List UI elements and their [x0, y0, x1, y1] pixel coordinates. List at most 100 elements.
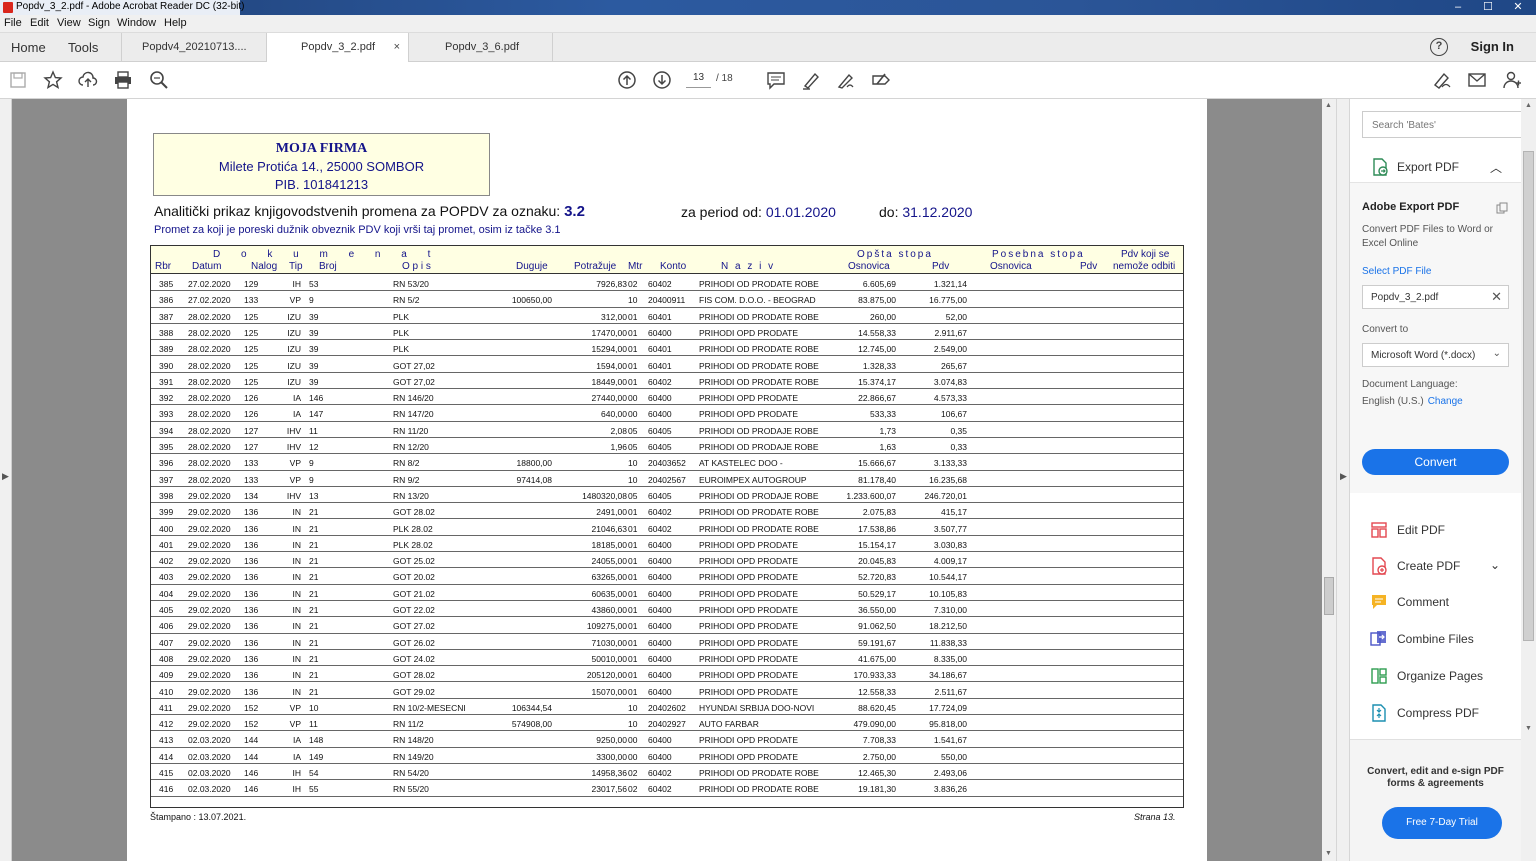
tab-popdv-3-6[interactable]: Popdv_3_6.pdf: [408, 33, 553, 62]
table-row: 400 29.02.2020 136 IN 21 PLK 28.02 21046,63 01 6…: [151, 520, 1183, 536]
tool-comment[interactable]: Comment: [1350, 587, 1521, 617]
cell-datum: 29.02.2020: [188, 702, 231, 713]
maximize-button[interactable]: ☐: [1476, 0, 1500, 15]
tools-tab[interactable]: Tools: [68, 40, 98, 55]
cell-mtr: 10: [628, 295, 638, 306]
clear-file-icon[interactable]: ✕: [1491, 289, 1502, 305]
scroll-down-icon[interactable]: ▼: [1325, 850, 1332, 857]
next-page-icon[interactable]: [652, 70, 672, 90]
cell-tip: IN: [292, 686, 302, 697]
cell-osnovica: 22.866,67: [858, 393, 896, 404]
cell-potrazuje: 24055,00: [591, 556, 627, 567]
cell-opis: GOT 28.02: [393, 670, 435, 681]
page-total: / 18: [716, 73, 733, 84]
expand-left-icon[interactable]: ▶: [2, 471, 9, 482]
table-row: 414 02.03.2020 144 IA 149 RN 149/20 3300,00 00 6…: [151, 748, 1183, 764]
tool-create-pdf[interactable]: Create PDF ⌄: [1350, 551, 1521, 581]
window-title: Popdv_3_2.pdf - Adobe Acrobat Reader DC …: [16, 1, 245, 12]
highlight-icon[interactable]: [801, 70, 821, 90]
menu-edit[interactable]: Edit: [30, 17, 49, 29]
cell-potrazuje: 3300,00: [596, 751, 627, 762]
previous-page-icon[interactable]: [617, 70, 637, 90]
minimize-button[interactable]: –: [1446, 0, 1470, 15]
cell-nalog: 133: [244, 458, 259, 469]
close-window-button[interactable]: ✕: [1506, 0, 1530, 15]
menu-file[interactable]: File: [4, 17, 22, 29]
tab-popdv-3-2[interactable]: Popdv_3_2.pdf ×: [266, 33, 408, 62]
edit-pdf-icon: [1371, 522, 1387, 538]
format-value: Microsoft Word (*.docx): [1371, 350, 1476, 361]
scroll-up-icon[interactable]: ▲: [1525, 102, 1532, 109]
cell-konto: 60400: [648, 393, 672, 404]
selected-file-field[interactable]: Popdv_3_2.pdf ✕: [1362, 285, 1509, 309]
chevron-down-icon[interactable]: ⌄: [1493, 348, 1501, 359]
cell-tip: IN: [292, 539, 302, 550]
close-tab-icon[interactable]: ×: [394, 33, 400, 62]
print-icon[interactable]: [113, 70, 133, 90]
tab-popdv4[interactable]: Popdv4_20210713....: [121, 33, 266, 62]
scroll-thumb[interactable]: [1324, 577, 1334, 615]
cell-pdv: 95.818,00: [929, 719, 967, 730]
star-icon[interactable]: [43, 70, 63, 90]
share-user-icon[interactable]: [1502, 70, 1522, 90]
compress-pdf-icon: [1372, 704, 1386, 722]
cell-broj: 39: [309, 344, 319, 355]
select-pdf-link[interactable]: Select PDF File: [1362, 266, 1431, 277]
table-row: 415 02.03.2020 146 IH 54 RN 54/20 14958,36 02 60…: [151, 764, 1183, 781]
cell-konto: 60400: [648, 686, 672, 697]
save-icon[interactable]: [8, 70, 28, 90]
menu-sign[interactable]: Sign: [88, 17, 110, 29]
menu-view[interactable]: View: [57, 17, 81, 29]
menu-window[interactable]: Window: [117, 17, 156, 29]
home-tab[interactable]: Home: [11, 40, 46, 55]
tool-compress-pdf[interactable]: Compress PDF: [1350, 698, 1521, 728]
left-panel-toggle[interactable]: ▶: [0, 99, 12, 861]
cell-datum: 29.02.2020: [188, 686, 231, 697]
cell-konto: 60400: [648, 605, 672, 615]
search-input[interactable]: Search 'Bates': [1362, 111, 1522, 138]
search-icon[interactable]: [149, 70, 169, 90]
cell-naziv: PRIHODI OD PRODATE ROBE: [699, 311, 819, 322]
cell-datum: 29.02.2020: [188, 670, 231, 681]
comment-icon[interactable]: [766, 70, 786, 90]
cell-potrazuje: 23017,56: [591, 784, 627, 795]
cell-konto: 60405: [648, 442, 672, 452]
tool-organize-pages[interactable]: Organize Pages: [1350, 661, 1521, 691]
document-scrollbar[interactable]: ▲ ▼: [1322, 99, 1336, 861]
collapse-right-icon[interactable]: ▶: [1340, 471, 1347, 482]
sign-in-button[interactable]: Sign In: [1471, 39, 1514, 54]
mail-icon[interactable]: [1467, 70, 1487, 90]
cell-broj: 39: [309, 311, 319, 322]
export-pdf-header[interactable]: Export PDF ︿: [1350, 151, 1521, 183]
cell-tip: IN: [292, 523, 302, 534]
chevron-down-icon[interactable]: ⌄: [1490, 558, 1500, 572]
company-address: Milete Protića 14., 25000 SOMBOR: [218, 159, 425, 174]
tool-edit-pdf[interactable]: Edit PDF: [1350, 515, 1521, 545]
right-panel-toggle[interactable]: ▶: [1336, 99, 1350, 861]
sign-icon[interactable]: [836, 70, 856, 90]
change-language-link[interactable]: Change: [1428, 396, 1463, 407]
copy-icon[interactable]: [1495, 201, 1509, 215]
sign-pen-icon[interactable]: [1432, 70, 1452, 90]
collapse-icon[interactable]: ︿: [1490, 159, 1502, 176]
tool-combine-files[interactable]: Combine Files: [1350, 624, 1521, 654]
cell-konto: 60401: [648, 344, 672, 355]
cell-osnovica: 36.550,00: [858, 605, 896, 615]
scroll-up-icon[interactable]: ▲: [1325, 102, 1332, 109]
cell-rbr: 414: [159, 751, 174, 762]
page-number-input[interactable]: 13: [686, 72, 711, 88]
cell-opis: GOT 25.02: [393, 556, 435, 567]
format-select[interactable]: Microsoft Word (*.docx) ⌄: [1362, 343, 1509, 367]
tools-pane-scrollbar[interactable]: ▲ ▼: [1521, 99, 1536, 861]
scroll-thumb[interactable]: [1523, 151, 1534, 641]
free-trial-button[interactable]: Free 7-Day Trial: [1382, 807, 1502, 839]
create-pdf-icon: [1372, 557, 1387, 575]
convert-button[interactable]: Convert: [1362, 449, 1509, 475]
help-icon[interactable]: ?: [1430, 38, 1448, 56]
cell-tip: VP: [289, 719, 301, 730]
menu-help[interactable]: Help: [164, 17, 187, 29]
upload-icon[interactable]: [78, 70, 98, 90]
table-row: 402 29.02.2020 136 IN 21 GOT 25.02 24055,00 01 6…: [151, 552, 1183, 569]
scroll-down-icon[interactable]: ▼: [1525, 725, 1532, 732]
fill-sign-icon[interactable]: [871, 70, 891, 90]
